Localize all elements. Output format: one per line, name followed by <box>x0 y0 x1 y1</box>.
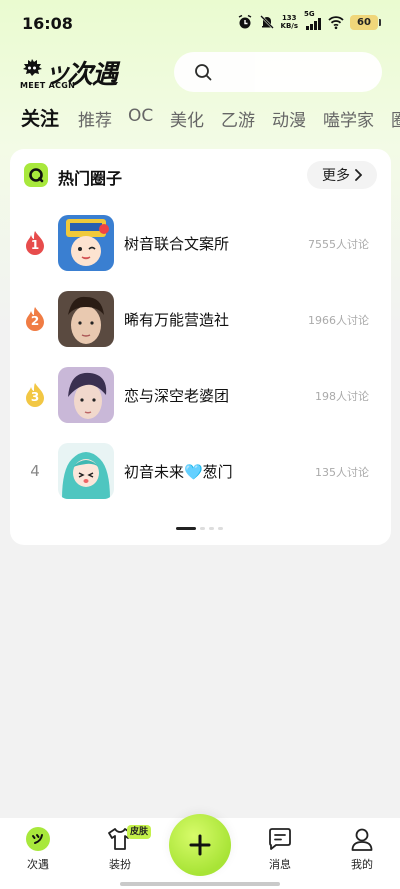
net-speed-value: 133 <box>281 14 297 22</box>
circle-icon <box>24 163 48 187</box>
home-logo-icon <box>25 826 51 852</box>
nav-label: 装扮 <box>109 858 131 871</box>
tab-beautify[interactable]: 美化 <box>170 106 204 131</box>
search-input[interactable] <box>174 52 382 92</box>
net-speed: 133 KB/s <box>281 14 298 30</box>
status-bar: 16:08 133 KB/s 5G 60 <box>0 0 400 48</box>
page-dot-active <box>176 527 196 530</box>
rank-badge: 4 <box>24 457 46 485</box>
home-indicator[interactable] <box>120 882 280 886</box>
mute-bell-icon <box>259 15 274 29</box>
circle-name: 树音联合文案所 <box>124 235 230 253</box>
status-time: 16:08 <box>22 14 73 33</box>
tab-shipping[interactable]: 嗑学家 <box>323 106 374 131</box>
app-logo[interactable]: ツ次遇 MEET ACGN <box>20 54 130 92</box>
rank-number: 3 <box>30 390 40 404</box>
profile-icon <box>349 826 375 852</box>
status-icons: 133 KB/s 5G 60 <box>237 10 381 30</box>
avatar <box>58 443 114 499</box>
chevron-right-icon <box>355 169 362 181</box>
wifi-icon <box>328 16 344 30</box>
nav-profile[interactable]: 我的 <box>332 826 392 872</box>
nav-messages[interactable]: 消息 <box>250 826 310 872</box>
more-button[interactable]: 更多 <box>307 161 377 189</box>
card-title: 热门圈子 <box>58 169 123 188</box>
battery-indicator: 60 <box>350 14 381 30</box>
avatar <box>58 291 114 347</box>
rank-number: 4 <box>30 462 40 480</box>
nav-label: 次遇 <box>27 858 49 871</box>
signal-strength: 5G <box>304 10 322 30</box>
discussion-count: 7555人讨论 <box>308 238 369 251</box>
circle-name: 恋与深空老婆团 <box>124 387 230 405</box>
page-dot <box>218 527 223 530</box>
signal-icon <box>306 18 321 30</box>
page-dot <box>209 527 214 530</box>
discussion-count: 1966人讨论 <box>308 314 369 327</box>
tab-circle[interactable]: 圈 <box>391 106 400 131</box>
logo-mascot-icon <box>23 59 42 76</box>
tab-follow[interactable]: 关注 <box>21 104 59 131</box>
avatar <box>58 215 114 271</box>
search-icon <box>195 64 212 81</box>
network-type: 5G <box>304 10 315 18</box>
message-icon <box>267 826 293 852</box>
tab-otome[interactable]: 乙游 <box>221 106 255 131</box>
list-item[interactable]: 3 恋与深空老婆团 198人讨论 <box>10 365 391 425</box>
skin-badge: 皮肤 <box>127 825 152 839</box>
net-speed-unit: KB/s <box>280 22 298 30</box>
list-item[interactable]: 2 晞有万能营造社 1966人讨论 <box>10 289 391 349</box>
tab-oc[interactable]: OC <box>128 106 153 126</box>
nav-label: 我的 <box>351 858 373 871</box>
rank-badge: 1 <box>24 229 46 257</box>
tab-anime[interactable]: 动漫 <box>272 106 306 131</box>
rank-badge: 3 <box>24 381 46 409</box>
rank-badge: 2 <box>24 305 46 333</box>
circle-name: 初音未来🩵葱门 <box>124 463 233 481</box>
nav-home[interactable]: 次遇 <box>8 826 68 872</box>
create-post-button[interactable] <box>169 814 231 876</box>
category-tabs: 关注 推荐 OC 美化 乙游 动漫 嗑学家 圈 <box>0 104 400 136</box>
hot-circles-card: 热门圈子 更多 1 树音联合文案所 7555人讨论 2 晞有万能营造社 1966… <box>10 149 391 545</box>
plus-icon <box>189 834 211 856</box>
nav-label: 消息 <box>269 858 291 871</box>
circle-name: 晞有万能营造社 <box>124 311 230 329</box>
pagination-dots <box>176 527 223 530</box>
list-item[interactable]: 4 初音未来🩵葱门 135人讨论 <box>10 441 391 501</box>
more-label: 更多 <box>322 168 350 184</box>
logo-subtitle: MEET ACGN <box>20 81 76 90</box>
page-dot <box>200 527 205 530</box>
list-item[interactable]: 1 树音联合文案所 7555人讨论 <box>10 213 391 273</box>
alarm-icon <box>238 14 251 29</box>
rank-number: 1 <box>30 238 40 252</box>
discussion-count: 135人讨论 <box>315 466 369 479</box>
rank-number: 2 <box>30 314 40 328</box>
avatar <box>58 367 114 423</box>
discussion-count: 198人讨论 <box>315 390 369 403</box>
tab-recommend[interactable]: 推荐 <box>78 106 112 131</box>
